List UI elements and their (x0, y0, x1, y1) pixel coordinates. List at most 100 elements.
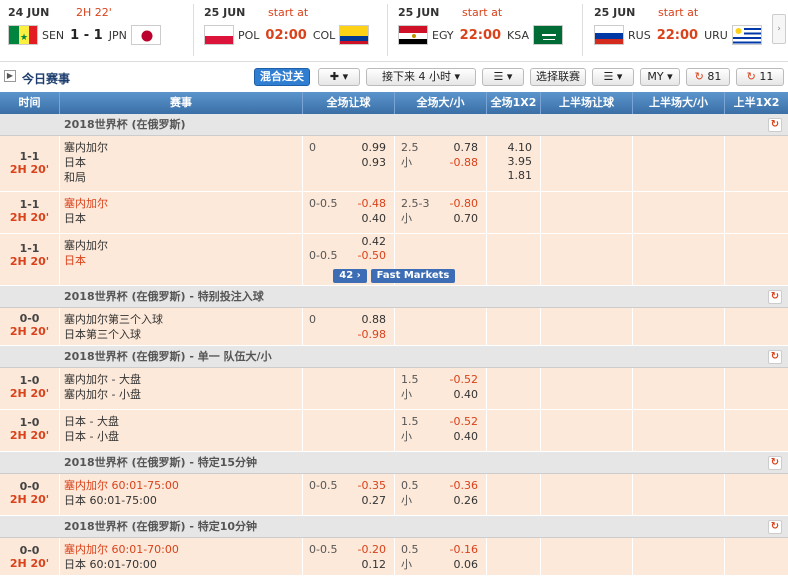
my-events-button[interactable]: MY ▾ (640, 68, 680, 86)
odds-over[interactable]: -0.52 (450, 372, 478, 387)
add-menu-button[interactable]: ✚ ▾ (318, 68, 360, 86)
parlay-button[interactable]: 混合过关 (254, 68, 310, 86)
odds-home[interactable]: 0.99 (362, 140, 387, 155)
league-header[interactable]: 2018世界杯 (在俄罗斯) - 特定10分钟 ↻ (0, 516, 788, 538)
odds-home[interactable]: 0.88 (362, 312, 387, 327)
table-row: 0-0 2H 20' 塞内加尔 60:01-70:00 日本 60:01-70:… (0, 538, 788, 576)
league-name: 2018世界杯 (在俄罗斯) - 特别投注入球 (64, 290, 264, 303)
fast-markets-button[interactable]: Fast Markets (371, 269, 455, 283)
odds-home[interactable]: -0.20 (358, 542, 386, 557)
time-period-select[interactable]: 接下来 4 小时 ▾ (366, 68, 476, 86)
league-refresh-icon[interactable]: ↻ (768, 520, 782, 534)
view-caret: ▾ (616, 70, 623, 83)
table-row: 0-0 2H 20' 塞内加尔 60:01-75:00 日本 60:01-75:… (0, 474, 788, 516)
refresh-button-2[interactable]: ↻ 11 (736, 68, 784, 86)
league-header[interactable]: 2018世界杯 (在俄罗斯) - 单一 队伍大/小 ↻ (0, 346, 788, 368)
select-leagues-button[interactable]: 选择联赛 (530, 68, 586, 86)
odds-x[interactable]: 1.81 (508, 168, 533, 183)
collapse-toggle-icon[interactable]: ▶ (4, 70, 16, 82)
home-team: 塞内加尔 (64, 239, 108, 252)
odds-over[interactable]: 0.78 (454, 140, 479, 155)
live-score: 0-0 (19, 544, 40, 557)
featured-match-1[interactable]: 24 JUN 2H 22' ★ SEN 1 - 1 JPN (8, 0, 188, 60)
under-team-line: 塞内加尔 - 小盘 (64, 388, 141, 401)
total-line: 1.5 (401, 415, 419, 428)
live-time: 2H 20' (9, 163, 50, 176)
match-status: 2H 22' (76, 6, 112, 19)
list-view-icon: ☰ (603, 70, 614, 83)
match-date: 25 JUN (204, 6, 246, 19)
league-refresh-icon[interactable]: ↻ (768, 290, 782, 304)
live-time: 2H 20' (9, 387, 50, 400)
odds-under[interactable]: 0.40 (454, 429, 479, 444)
odds-away[interactable]: 0.27 (362, 493, 387, 508)
over-team-line: 日本 - 大盘 (64, 415, 119, 428)
odds-away[interactable]: 0.12 (362, 557, 387, 572)
odds-2[interactable]: 3.95 (508, 154, 533, 169)
match-date: 25 JUN (398, 6, 440, 19)
league-refresh-icon[interactable]: ↻ (768, 456, 782, 470)
home-team: SEN (42, 28, 65, 42)
sort-caret: ▾ (506, 70, 513, 83)
odds-away[interactable]: 0.93 (362, 155, 387, 170)
league-refresh-icon[interactable]: ↻ (768, 118, 782, 132)
kickoff-time: 22:00 (459, 27, 502, 43)
odds-over[interactable]: -0.80 (450, 196, 478, 211)
odds-under[interactable]: 0.70 (454, 211, 479, 226)
away-team: 日本 (64, 156, 86, 169)
odds-under[interactable]: -0.88 (450, 155, 478, 170)
home-team: 塞内加尔第三个入球 (64, 313, 163, 326)
sort-menu-button[interactable]: ☰ ▾ (482, 68, 524, 86)
match-score: 1 - 1 (70, 27, 103, 43)
away-team: 日本 60:01-75:00 (64, 494, 157, 507)
league-name: 2018世界杯 (在俄罗斯) - 特定10分钟 (64, 520, 258, 533)
odds-1[interactable]: 4.10 (508, 140, 533, 155)
toolbar: ▶ 今日赛事 混合过关 ✚ ▾ 接下来 4 小时 ▾ ☰ ▾ 选择联赛 ☰ ▾ … (0, 66, 788, 90)
colombia-flag-icon (339, 25, 370, 45)
under-label: 小 (401, 430, 412, 443)
refresh-countdown: 81 (707, 70, 722, 83)
featured-match-2[interactable]: 25 JUN start at POL 02:00 COL (204, 0, 380, 60)
odds-under[interactable]: 0.06 (454, 557, 479, 572)
league-header[interactable]: 2018世界杯 (在俄罗斯) ↻ (0, 114, 788, 136)
odds-over[interactable]: -0.52 (450, 414, 478, 429)
odds-home[interactable]: 0.42 (362, 234, 387, 249)
odds-away[interactable]: -0.98 (358, 327, 386, 342)
match-date: 25 JUN (594, 6, 636, 19)
odds-under[interactable]: 0.26 (454, 493, 479, 508)
match-date: 24 JUN (8, 6, 50, 19)
away-team: URU (704, 28, 728, 42)
view-menu-button[interactable]: ☰ ▾ (592, 68, 634, 86)
total-line: 1.5 (401, 373, 419, 386)
more-markets-count[interactable]: 42 › (333, 269, 367, 283)
handicap-line: 0 (309, 313, 316, 326)
handicap-line: 0 (309, 141, 316, 154)
home-team: 塞内加尔 (64, 141, 108, 154)
odds-away[interactable]: 0.40 (362, 211, 387, 226)
col-time: 时间 (0, 92, 60, 114)
under-label: 小 (401, 212, 412, 225)
refresh-button[interactable]: ↻ 81 (686, 68, 730, 86)
poland-flag-icon (204, 25, 234, 45)
total-line: 2.5-3 (401, 197, 430, 210)
table-row: 1-0 2H 20' 塞内加尔 - 大盘 塞内加尔 - 小盘 1.5 -0.52 … (0, 368, 788, 410)
egypt-flag-icon (398, 25, 428, 45)
featured-match-3[interactable]: 25 JUN start at EGY 22:00 KSA (398, 0, 574, 60)
league-name: 2018世界杯 (在俄罗斯) (64, 118, 186, 131)
odds-away[interactable]: -0.50 (358, 248, 386, 263)
league-header[interactable]: 2018世界杯 (在俄罗斯) - 特定15分钟 ↻ (0, 452, 788, 474)
sort-icon: ☰ (493, 70, 504, 83)
total-line: 0.5 (401, 543, 419, 556)
league-header[interactable]: 2018世界杯 (在俄罗斯) - 特别投注入球 ↻ (0, 286, 788, 308)
odds-over[interactable]: -0.16 (450, 542, 478, 557)
scroll-right-arrow-icon[interactable]: › (772, 14, 786, 44)
featured-match-4[interactable]: 25 JUN start at RUS 22:00 URU (594, 0, 770, 60)
odds-under[interactable]: 0.40 (454, 387, 479, 402)
odds-home[interactable]: -0.35 (358, 478, 386, 493)
league-refresh-icon[interactable]: ↻ (768, 350, 782, 364)
odds-home[interactable]: -0.48 (358, 196, 386, 211)
odds-over[interactable]: -0.36 (450, 478, 478, 493)
live-score: 0-0 (19, 312, 40, 325)
col-h1-handicap: 上半场让球 (541, 92, 633, 114)
table-row: 1-1 2H 20' 塞内加尔 日本 和局 0 0.99 0.93 2.5 0.78… (0, 136, 788, 192)
